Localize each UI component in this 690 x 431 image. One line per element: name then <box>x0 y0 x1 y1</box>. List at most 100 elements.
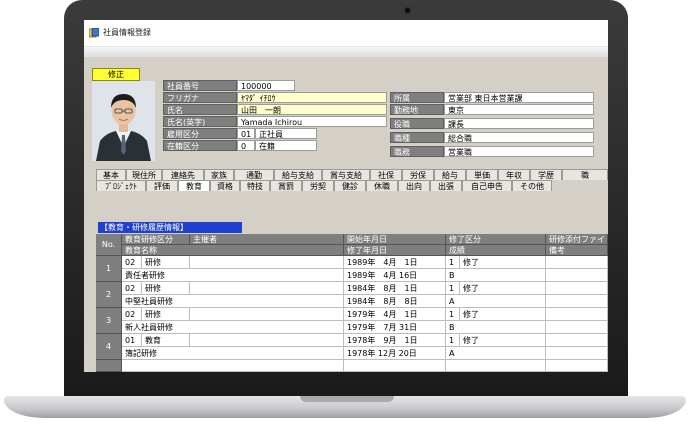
category-cell: 教育 <box>142 334 190 347</box>
grade-cell[interactable]: A <box>446 295 546 308</box>
tab-leave[interactable]: 休職 <box>366 180 398 191</box>
department-field[interactable]: 営業部 東日本営業課 <box>444 92 594 103</box>
category-code-cell[interactable]: 01 <box>122 334 142 347</box>
header-remarks: 備考 <box>546 245 608 256</box>
tab-social-insurance[interactable]: 社保 <box>370 169 402 180</box>
start-date-cell[interactable]: 1989年 4月 1日 <box>344 256 446 269</box>
completion-code-cell[interactable]: 1 <box>446 308 460 321</box>
new-row-cell[interactable] <box>446 360 546 372</box>
category-cell: 研修 <box>142 308 190 321</box>
header-education-category: 教育研修区分 <box>122 234 190 245</box>
grade-cell[interactable]: B <box>446 269 546 282</box>
laptop-notch <box>300 396 394 402</box>
tab-qualification[interactable]: 資格 <box>210 180 240 191</box>
end-date-cell[interactable]: 1984年 8月 8日 <box>344 295 446 308</box>
tab-basic[interactable]: 基本 <box>96 169 126 180</box>
category-code-cell[interactable]: 02 <box>122 308 142 321</box>
tab-evaluation[interactable]: 評価 <box>146 180 178 191</box>
remarks-cell[interactable] <box>546 321 608 334</box>
tab-salary-pay[interactable]: 給与支給 <box>274 169 322 180</box>
attachment-cell[interactable] <box>546 308 608 321</box>
mode-badge: 修正 <box>92 68 140 81</box>
label-emp-no: 社員番号 <box>163 80 237 91</box>
attachment-cell[interactable] <box>546 334 608 347</box>
name-en-field[interactable]: Yamada Ichirou <box>237 116 387 127</box>
education-name-cell[interactable]: 新人社員研修 <box>122 321 344 334</box>
job-type-field[interactable]: 総合職 <box>444 132 594 143</box>
category-cell: 研修 <box>142 282 190 295</box>
label-location: 勤務地 <box>390 104 444 115</box>
tab-labor-contract[interactable]: 労契 <box>302 180 334 191</box>
organizer-cell[interactable] <box>190 282 344 295</box>
tab-project[interactable]: ﾌﾟﾛｼﾞｪｸﾄ <box>96 180 146 191</box>
tab-bonus-pay[interactable]: 賞与支給 <box>322 169 370 180</box>
section-title: 【教育・研修履歴情報】 <box>98 222 242 233</box>
tab-unit-price[interactable]: 単価 <box>466 169 498 180</box>
toolbar <box>84 47 608 58</box>
emp-no-field[interactable]: 100000 <box>237 80 295 91</box>
organizer-cell[interactable] <box>190 308 344 321</box>
category-code-cell[interactable]: 02 <box>122 282 142 295</box>
new-row-cell[interactable] <box>546 360 608 372</box>
completion-code-cell[interactable]: 1 <box>446 256 460 269</box>
location-field[interactable]: 東京 <box>444 104 594 115</box>
furigana-field[interactable]: ﾔﾏﾀﾞ ｲﾁﾛｳ <box>237 92 387 103</box>
label-name: 氏名 <box>163 104 237 115</box>
tab-rewards[interactable]: 賞罰 <box>270 180 302 191</box>
organizer-cell[interactable] <box>190 256 344 269</box>
organizer-cell[interactable] <box>190 334 344 347</box>
completion-code-cell[interactable]: 1 <box>446 334 460 347</box>
tab-contact[interactable]: 連絡先 <box>162 169 204 180</box>
status-value: 在籍 <box>255 140 317 151</box>
start-date-cell[interactable]: 1979年 4月 1日 <box>344 308 446 321</box>
duty-field[interactable]: 営業職 <box>444 146 594 157</box>
grade-cell[interactable]: A <box>446 347 546 360</box>
tab-other[interactable]: その他 <box>512 180 552 191</box>
education-name-cell[interactable]: 中堅社員研修 <box>122 295 344 308</box>
tab-education-history[interactable]: 学歴 <box>530 169 562 180</box>
category-code-cell[interactable]: 02 <box>122 256 142 269</box>
new-row-cell[interactable] <box>122 360 344 372</box>
tab-health-check[interactable]: 健診 <box>334 180 366 191</box>
status-code-field[interactable]: 0 <box>237 140 255 151</box>
remarks-cell[interactable] <box>546 269 608 282</box>
label-employment: 雇用区分 <box>163 128 237 139</box>
label-name-en: 氏名(英字) <box>163 116 237 127</box>
tab-job-history[interactable]: 職 <box>562 169 608 180</box>
header-attachment: 研修添付ファイ <box>546 234 608 245</box>
tab-salary[interactable]: 給与 <box>434 169 466 180</box>
tab-skills[interactable]: 特技 <box>240 180 270 191</box>
grade-cell[interactable]: B <box>446 321 546 334</box>
education-name-cell[interactable]: 簿記研修 <box>122 347 344 360</box>
tab-commute[interactable]: 通勤 <box>234 169 274 180</box>
remarks-cell[interactable] <box>546 347 608 360</box>
employment-code-field[interactable]: 01 <box>237 128 255 139</box>
tab-education[interactable]: 教育 <box>178 180 210 191</box>
attachment-cell[interactable] <box>546 256 608 269</box>
category-cell: 研修 <box>142 256 190 269</box>
tab-business-trip[interactable]: 出張 <box>430 180 462 191</box>
label-position: 役職 <box>390 118 444 129</box>
start-date-cell[interactable]: 1978年 9月 1日 <box>344 334 446 347</box>
completion-code-cell[interactable]: 1 <box>446 282 460 295</box>
row-number: 3 <box>96 308 122 334</box>
tab-self-report[interactable]: 自己申告 <box>462 180 512 191</box>
new-row-cell[interactable] <box>344 360 446 372</box>
attachment-cell[interactable] <box>546 282 608 295</box>
laptop-base <box>4 396 686 418</box>
camera-icon <box>405 8 410 13</box>
tab-address[interactable]: 現住所 <box>126 169 162 180</box>
education-name-cell[interactable]: 責任者研修 <box>122 269 344 282</box>
start-date-cell[interactable]: 1984年 8月 1日 <box>344 282 446 295</box>
end-date-cell[interactable]: 1979年 7月 31日 <box>344 321 446 334</box>
tab-labor-insurance[interactable]: 労保 <box>402 169 434 180</box>
end-date-cell[interactable]: 1978年 12月 20日 <box>344 347 446 360</box>
end-date-cell[interactable]: 1989年 4月 16日 <box>344 269 446 282</box>
name-field[interactable]: 山田 一朗 <box>237 104 387 115</box>
remarks-cell[interactable] <box>546 295 608 308</box>
completion-cell: 修了 <box>460 282 546 295</box>
tab-family[interactable]: 家族 <box>204 169 234 180</box>
tab-secondment[interactable]: 出向 <box>398 180 430 191</box>
tab-annual-income[interactable]: 年収 <box>498 169 530 180</box>
position-field[interactable]: 課長 <box>444 118 594 129</box>
